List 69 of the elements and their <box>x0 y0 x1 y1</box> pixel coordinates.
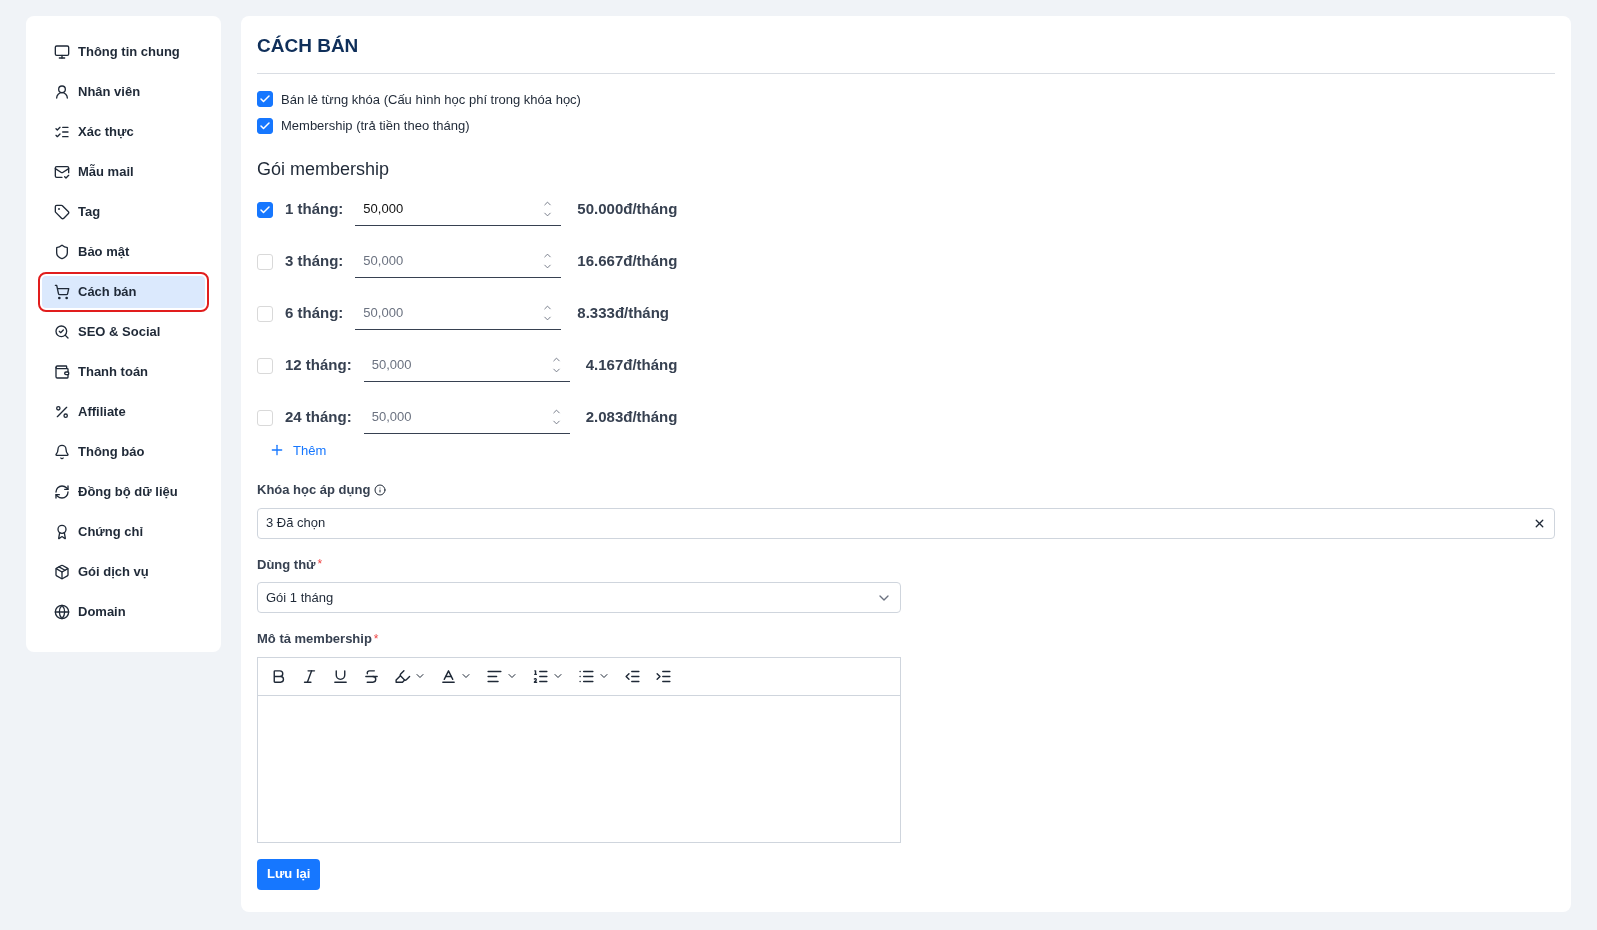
search-icon <box>54 324 70 340</box>
add-button[interactable]: Thêm <box>269 440 327 460</box>
strikethrough-icon[interactable] <box>363 667 380 685</box>
checkbox-label: Membership (trả tiền theo tháng) <box>281 117 470 135</box>
numbered-list-icon[interactable] <box>532 667 549 685</box>
sidebar-item[interactable]: Gói dịch vụ <box>42 556 205 588</box>
mail-icon <box>54 164 70 180</box>
save-button[interactable]: Lưu lại <box>257 858 321 890</box>
sidebar-item[interactable]: Domain <box>42 596 205 628</box>
sync-icon <box>54 484 70 500</box>
checkbox[interactable] <box>257 201 273 218</box>
field-label: Dùng thử <box>257 555 316 574</box>
user-icon <box>54 84 70 100</box>
sidebar-item[interactable]: Thông tin chung <box>42 36 205 68</box>
package-label: 24 tháng: <box>285 407 352 428</box>
checklist-icon <box>54 124 70 140</box>
required-mark: * <box>317 556 323 574</box>
wallet-icon <box>54 364 70 380</box>
sidebar-item[interactable]: Thanh toán <box>42 356 205 388</box>
sidebar-item[interactable]: Xác thực <box>42 116 205 148</box>
page-title: CÁCH BÁN <box>257 34 360 58</box>
cart-icon <box>54 284 70 300</box>
price-input[interactable]: 50,000 <box>355 193 562 226</box>
price-input[interactable]: 50,000 <box>355 245 562 278</box>
field-label: Khóa học áp dụng <box>257 481 371 499</box>
sidebar-item[interactable]: Mẫu mail <box>42 156 205 188</box>
percent-icon <box>54 404 70 420</box>
globe-icon <box>54 604 70 620</box>
sidebar-item[interactable]: Đồng bộ dữ liệu <box>42 476 205 508</box>
check-icon <box>259 203 271 216</box>
italic-icon[interactable] <box>301 667 318 685</box>
sidebar-item[interactable]: Chứng chỉ <box>42 516 205 548</box>
required-mark: * <box>373 630 379 648</box>
monitor-icon <box>54 44 70 60</box>
monthly-price: 8.333đ/tháng <box>577 303 670 324</box>
package-label: 3 tháng: <box>285 251 344 272</box>
shield-icon <box>54 244 70 260</box>
certificate-icon <box>54 524 70 540</box>
checkbox[interactable] <box>257 91 273 108</box>
sidebar-item[interactable]: Affiliate <box>42 396 205 428</box>
checkbox-label: Bán lẻ từng khóa (Cấu hình học phí trong khóa học) <box>281 90 581 109</box>
text-color-icon[interactable] <box>440 667 457 685</box>
underline-icon[interactable] <box>332 667 349 685</box>
price-input[interactable]: 50,000 <box>363 349 570 382</box>
sidebar-item[interactable]: SEO & Social <box>42 316 205 348</box>
highlight-icon[interactable] <box>394 667 411 685</box>
monthly-price: 4.167đ/tháng <box>585 355 678 376</box>
info-icon <box>374 483 387 496</box>
check-icon <box>259 119 271 132</box>
bell-icon <box>54 444 70 460</box>
sidebar-item[interactable]: Nhân viên <box>42 76 205 108</box>
section-heading: Gói membership <box>257 157 391 181</box>
checkbox[interactable] <box>257 117 273 134</box>
monthly-price: 16.667đ/tháng <box>577 251 678 272</box>
course-select[interactable]: 3 Đã chọn <box>257 507 1555 539</box>
price-input[interactable]: 50,000 <box>355 297 562 330</box>
sidebar-item[interactable]: Thông báo <box>42 436 205 468</box>
package-label: 12 tháng: <box>285 355 352 376</box>
field-label: Mô tả membership <box>257 630 372 648</box>
sidebar-item[interactable]: Bảo mật <box>42 236 205 268</box>
monthly-price: 2.083đ/tháng <box>585 407 678 428</box>
package-label: 1 tháng: <box>285 199 344 220</box>
monthly-price: 50.000đ/tháng <box>577 199 678 220</box>
trial-select[interactable]: Gói 1 tháng <box>257 582 901 613</box>
sidebar-item[interactable]: Tag <box>42 196 205 228</box>
package-label: 6 tháng: <box>285 303 344 324</box>
tag-icon <box>54 204 70 220</box>
price-input[interactable]: 50,000 <box>363 401 570 434</box>
box-icon <box>54 564 70 580</box>
